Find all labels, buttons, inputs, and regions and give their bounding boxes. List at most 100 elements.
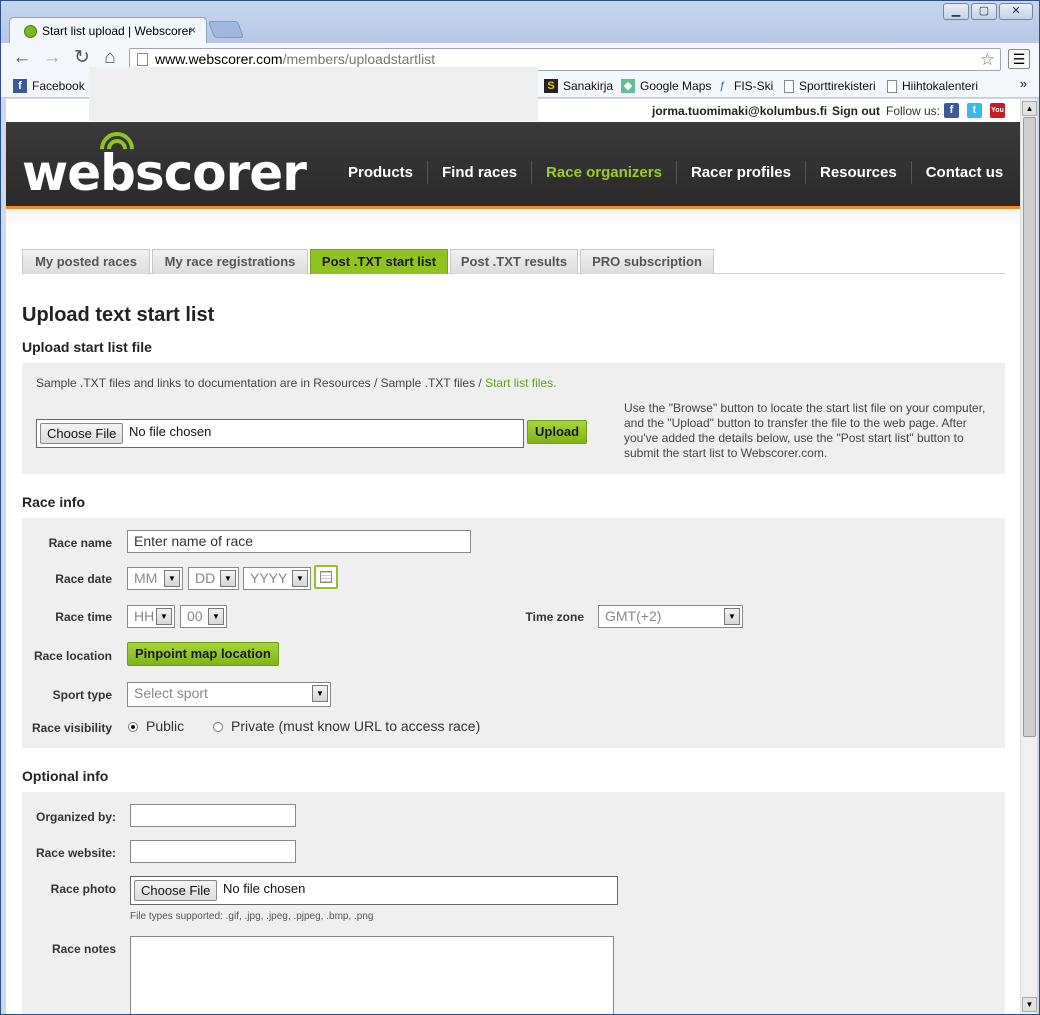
back-icon[interactable]: ← xyxy=(11,47,33,69)
page-scrollbar[interactable]: ▲ ▼ xyxy=(1020,99,1037,1014)
window-controls: ▁ ▢ ✕ xyxy=(941,3,1033,20)
race-time-minute-select[interactable]: 00 ▼ xyxy=(180,605,227,628)
race-website-label: Race website: xyxy=(35,846,116,860)
tab-my-race-registrations[interactable]: My race registrations xyxy=(152,249,308,274)
choose-file-button[interactable]: Choose File xyxy=(134,880,218,901)
race-date-day-select[interactable]: DD ▼ xyxy=(188,567,239,590)
nav-contact-us[interactable]: Contact us xyxy=(910,161,1018,184)
bookmark-fis-ski[interactable]: ƒ FIS-Ski xyxy=(715,79,773,93)
nav-find-races[interactable]: Find races xyxy=(427,161,531,184)
bookmark-hiihtokalenteri[interactable]: Hiihtokalenteri xyxy=(887,79,978,93)
tab-post-txt-results[interactable]: Post .TXT results xyxy=(450,249,578,274)
fis-icon: ƒ xyxy=(718,80,726,92)
visibility-private-radio[interactable]: Private (must know URL to access race) xyxy=(213,718,480,734)
upload-button[interactable]: Upload xyxy=(527,420,588,444)
sign-out-link[interactable]: Sign out xyxy=(832,104,880,118)
optional-info-panel: Organized by: Race website: Race photo C… xyxy=(22,792,1005,1014)
tab-post-txt-start-list[interactable]: Post .TXT start list xyxy=(310,249,448,274)
radio-selected-icon xyxy=(128,722,138,732)
facebook-icon[interactable]: f xyxy=(944,103,959,118)
race-time-label: Race time xyxy=(55,610,112,624)
upload-help-text: Use the "Browse" button to locate the st… xyxy=(624,401,986,460)
close-window-icon[interactable]: ✕ xyxy=(999,3,1033,20)
race-notes-textarea[interactable] xyxy=(130,936,614,1014)
browser-tab[interactable]: Start list upload | Webscorer × xyxy=(9,17,207,44)
bookmark-star-icon[interactable]: ☆ xyxy=(980,49,995,70)
bookmark-sporttirekisteri[interactable]: Sporttirekisteri xyxy=(784,79,876,93)
nav-racer-profiles[interactable]: Racer profiles xyxy=(675,161,805,184)
race-date-month-select[interactable]: MM ▼ xyxy=(127,567,183,590)
race-time-hour-select[interactable]: HH ▼ xyxy=(127,605,175,628)
nav-resources[interactable]: Resources xyxy=(804,161,911,184)
bookmark-dropdown-overlay xyxy=(89,67,538,121)
bookmark-sanakirja[interactable]: S Sanakirja xyxy=(544,79,613,93)
chevron-down-icon: ▼ xyxy=(724,608,740,625)
nav-race-organizers[interactable]: Race organizers xyxy=(531,161,676,184)
url-path: /members/uploadstartlist xyxy=(282,51,436,67)
sport-type-select[interactable]: Select sport ▼ xyxy=(127,682,331,707)
youtube-icon[interactable]: You xyxy=(990,103,1005,118)
radio-unselected-icon xyxy=(213,722,223,732)
s-icon: S xyxy=(544,79,558,93)
webscorer-favicon-icon xyxy=(24,25,37,38)
scroll-down-icon[interactable]: ▼ xyxy=(1022,997,1037,1012)
title-bar: Start list upload | Webscorer × ▁ ▢ ✕ xyxy=(1,1,1039,44)
member-tabs: My posted races My race registrations Po… xyxy=(22,249,1005,274)
bookmarks-more-icon[interactable]: » xyxy=(1020,76,1027,91)
bookmark-label: Hiihtokalenteri xyxy=(902,79,979,93)
url-host: www.webscorer.com xyxy=(155,51,283,67)
follow-us-label: Follow us: xyxy=(886,104,941,118)
sport-type-label: Sport type xyxy=(52,688,112,702)
race-date-year-select[interactable]: YYYY ▼ xyxy=(243,567,311,590)
visibility-public-radio[interactable]: Public xyxy=(128,718,184,734)
race-website-input[interactable] xyxy=(130,840,296,863)
chevron-down-icon: ▼ xyxy=(220,570,236,587)
no-file-chosen-text: No file chosen xyxy=(223,881,306,896)
browser-window: Start list upload | Webscorer × ▁ ▢ ✕ ← … xyxy=(0,0,1040,1015)
account-email[interactable]: jorma.tuomimaki@kolumbus.fi xyxy=(652,104,827,118)
race-visibility-label: Race visibility xyxy=(31,721,112,735)
nav-products[interactable]: Products xyxy=(334,161,427,184)
start-list-file-input[interactable]: Choose File No file chosen xyxy=(36,419,524,448)
hour-value: HH xyxy=(134,608,155,624)
page-icon xyxy=(887,79,897,93)
race-name-input[interactable]: Enter name of race xyxy=(127,530,471,553)
race-location-label: Race location xyxy=(33,649,112,663)
calendar-icon xyxy=(320,571,332,583)
home-icon[interactable]: ⌂ xyxy=(99,47,121,69)
scroll-thumb[interactable] xyxy=(1023,117,1036,737)
facebook-icon: f xyxy=(13,79,27,93)
forward-icon[interactable]: → xyxy=(41,47,63,69)
public-label: Public xyxy=(146,718,185,734)
bookmark-facebook[interactable]: f Facebook xyxy=(13,79,85,93)
webscorer-logo[interactable]: webscorer xyxy=(22,144,307,202)
bookmark-label: Sporttirekisteri xyxy=(799,79,876,93)
page-icon xyxy=(784,79,794,93)
reload-icon[interactable]: ↻ xyxy=(71,47,93,69)
tab-my-posted-races[interactable]: My posted races xyxy=(22,249,150,274)
minimize-icon[interactable]: ▁ xyxy=(943,3,969,20)
chevron-down-icon: ▼ xyxy=(312,685,328,702)
tab-pro-subscription[interactable]: PRO subscription xyxy=(580,249,714,274)
organized-by-input[interactable] xyxy=(130,804,296,827)
race-photo-file-input[interactable]: Choose File No file chosen xyxy=(130,876,618,905)
tab-close-icon[interactable]: × xyxy=(189,23,196,37)
upload-section-title: Upload start list file xyxy=(22,339,152,355)
maximize-icon[interactable]: ▢ xyxy=(971,3,997,20)
chevron-down-icon: ▼ xyxy=(156,608,172,625)
twitter-icon[interactable]: t xyxy=(967,103,982,118)
bookmark-label: Sanakirja xyxy=(563,79,614,93)
menu-icon[interactable]: ☰ xyxy=(1008,49,1030,69)
new-tab-button[interactable] xyxy=(207,21,245,38)
start-list-files-link[interactable]: Start list files. xyxy=(485,376,556,390)
bookmark-google-maps[interactable]: ◆ Google Maps xyxy=(621,79,711,93)
time-zone-select[interactable]: GMT(+2) ▼ xyxy=(598,605,743,628)
pinpoint-map-location-button[interactable]: Pinpoint map location xyxy=(127,642,279,666)
scroll-up-icon[interactable]: ▲ xyxy=(1022,101,1037,116)
page-icon xyxy=(137,53,148,66)
private-label: Private (must know URL to access race) xyxy=(231,718,481,734)
choose-file-button[interactable]: Choose File xyxy=(40,423,124,444)
calendar-button[interactable] xyxy=(314,565,338,589)
no-file-chosen-text: No file chosen xyxy=(129,424,212,439)
race-notes-label: Race notes xyxy=(51,942,116,956)
